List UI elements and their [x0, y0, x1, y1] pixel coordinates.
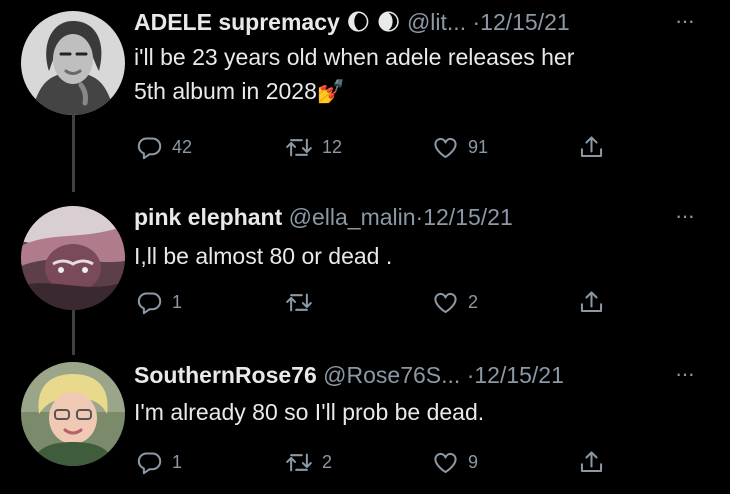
display-name[interactable]: pink elephant: [134, 204, 282, 230]
tweet-adele-supremacy[interactable]: ADELE supremacy 🌔 🌒 @lit... ·12/15/21 ··…: [0, 0, 730, 195]
avatar[interactable]: [21, 11, 125, 115]
reply-icon: [136, 134, 163, 161]
avatar[interactable]: [21, 362, 125, 466]
retweet-button[interactable]: 2: [285, 449, 332, 476]
reply-icon: [136, 289, 163, 316]
user-handle[interactable]: @Rose76S...: [323, 362, 460, 388]
reply-button[interactable]: 42: [136, 134, 192, 161]
like-icon: [432, 449, 459, 476]
timestamp[interactable]: 12/15/21: [423, 204, 513, 230]
share-button[interactable]: [578, 288, 605, 316]
retweet-icon: [285, 289, 313, 316]
reply-count: 1: [172, 452, 183, 472]
tweet-text: I,ll be almost 80 or dead .: [134, 243, 393, 269]
retweet-icon: [285, 449, 313, 476]
reply-icon: [136, 449, 163, 476]
separator: ·: [472, 9, 481, 35]
user-handle[interactable]: @lit...: [407, 9, 466, 35]
nail-polish-emoji: 💅: [316, 78, 346, 104]
reply-count: 1: [172, 292, 183, 312]
reply-count: 42: [172, 137, 193, 157]
display-name[interactable]: SouthernRose76: [134, 362, 317, 388]
reply-button[interactable]: 1: [136, 449, 182, 476]
tweet-text: i'll be 23 years old when adele releases…: [134, 44, 575, 70]
more-icon[interactable]: ···: [675, 361, 695, 387]
more-icon[interactable]: ···: [675, 203, 695, 229]
tweet-text: 5th album in 2028: [134, 78, 317, 104]
reply-button[interactable]: 1: [136, 289, 182, 316]
retweet-icon: [285, 134, 313, 161]
timestamp[interactable]: 12/15/21: [474, 362, 564, 388]
like-count: 2: [468, 292, 479, 312]
timestamp[interactable]: 12/15/21: [480, 9, 570, 35]
like-button[interactable]: 9: [432, 449, 478, 476]
tweet-text: I'm already 80 so I'll prob be dead.: [134, 399, 485, 425]
display-name[interactable]: ADELE supremacy: [134, 9, 340, 35]
like-button[interactable]: 91: [432, 134, 488, 161]
retweet-button[interactable]: [285, 289, 322, 316]
tweet-southernrose76[interactable]: SouthernRose76 @Rose76S... ·12/15/21 ···…: [0, 355, 730, 494]
like-icon: [432, 134, 459, 161]
user-handle[interactable]: @ella_malin: [289, 204, 416, 230]
like-count: 9: [468, 452, 479, 472]
share-icon: [578, 133, 605, 161]
like-icon: [432, 289, 459, 316]
share-button[interactable]: [578, 448, 605, 476]
name-emoji: 🌔 🌒: [346, 9, 401, 35]
share-icon: [578, 288, 605, 316]
share-button[interactable]: [578, 133, 605, 161]
like-count: 91: [468, 137, 489, 157]
more-icon[interactable]: ···: [675, 8, 695, 34]
like-button[interactable]: 2: [432, 289, 478, 316]
tweet-pink-elephant[interactable]: pink elephant @ella_malin·12/15/21 ··· I…: [0, 195, 730, 355]
retweet-button[interactable]: 12: [285, 134, 342, 161]
share-icon: [578, 448, 605, 476]
retweet-count: 12: [322, 137, 343, 157]
retweet-count: 2: [322, 452, 333, 472]
avatar[interactable]: [21, 206, 125, 310]
